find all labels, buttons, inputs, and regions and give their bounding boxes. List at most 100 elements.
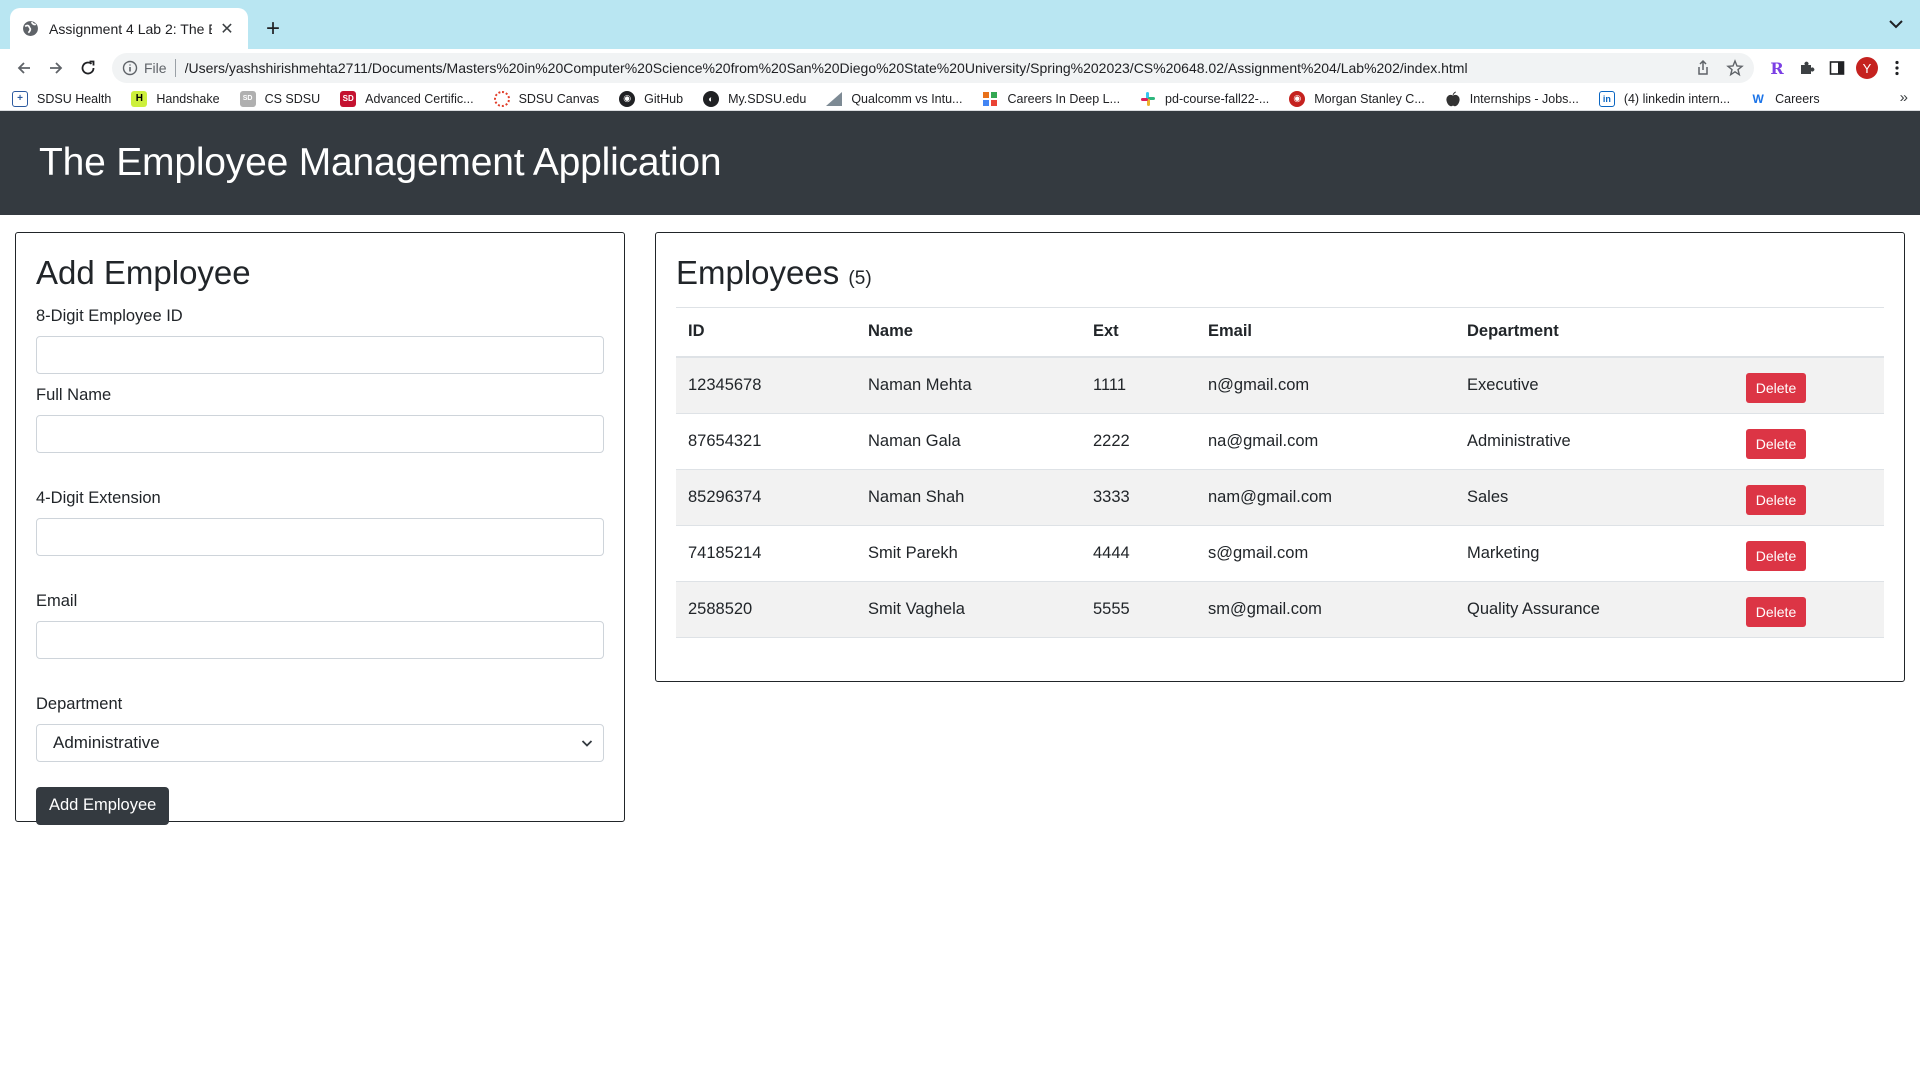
bookmark-item[interactable]: SD CS SDSU	[239, 90, 320, 107]
bookmark-item[interactable]: SD Advanced Certific...	[340, 90, 474, 107]
delete-button[interactable]: Delete	[1746, 429, 1806, 460]
w-icon: W	[1752, 91, 1764, 106]
cell-email: s@gmail.com	[1196, 525, 1455, 582]
share-icon[interactable]	[1694, 59, 1712, 77]
cell-ext: 3333	[1081, 469, 1196, 526]
cell-department: Administrative	[1455, 413, 1734, 470]
bookmark-item[interactable]: in (4) linkedin intern...	[1598, 90, 1730, 107]
table-row: 2588520 Smit Vaghela 5555 sm@gmail.com Q…	[676, 581, 1884, 638]
department-label: Department	[36, 694, 123, 713]
address-bar[interactable]: File /Users/yashshirishmehta2711/Documen…	[112, 53, 1754, 83]
column-header-id: ID	[676, 306, 856, 359]
cell-department: Marketing	[1455, 525, 1734, 582]
cell-name: Naman Mehta	[856, 357, 1081, 414]
add-employee-card: Add Employee 8-Digit Employee ID Full Na…	[15, 232, 625, 825]
reload-button[interactable]	[72, 52, 104, 84]
ms-icon: ◉	[1289, 90, 1306, 107]
tab-title: Assignment 4 Lab 2: The Empl	[49, 20, 212, 37]
cell-id: 12345678	[676, 357, 856, 414]
extension-input[interactable]	[36, 517, 604, 556]
browser-tab-active[interactable]: Assignment 4 Lab 2: The Empl ✕	[10, 8, 248, 49]
cell-actions: Delete	[1734, 357, 1884, 414]
bookmark-item[interactable]: + SDSU Health	[12, 90, 111, 107]
table-row: 74185214 Smit Parekh 4444 s@gmail.com Ma…	[676, 525, 1884, 582]
cell-email: n@gmail.com	[1196, 357, 1455, 414]
forward-button[interactable]	[40, 52, 72, 84]
department-group: Department Administrative	[36, 695, 604, 762]
profile-button[interactable]: Y	[1852, 53, 1882, 83]
full-name-input[interactable]	[36, 414, 604, 453]
delete-button[interactable]: Delete	[1746, 485, 1806, 516]
cell-actions: Delete	[1734, 413, 1884, 470]
cell-name: Naman Gala	[856, 413, 1081, 470]
cell-email: sm@gmail.com	[1196, 581, 1455, 638]
extension-group: 4-Digit Extension	[36, 489, 604, 556]
sd-icon: SD	[340, 90, 357, 107]
slack-icon	[1140, 91, 1156, 107]
delete-button[interactable]: Delete	[1746, 541, 1806, 572]
bookmarks-bar: + SDSU Health H Handshake SD CS SDSU SD Adva…	[0, 87, 1920, 111]
cell-ext: 2222	[1081, 413, 1196, 470]
chevron-down-icon[interactable]	[1886, 14, 1906, 34]
cell-actions: Delete	[1734, 581, 1884, 638]
app-header: The Employee Management Application	[0, 111, 1920, 215]
employees-heading-text: Employees	[676, 254, 840, 291]
bookmark-item[interactable]: W Careers	[1750, 91, 1819, 107]
back-button[interactable]	[8, 52, 40, 84]
extension-r-icon[interactable]: R	[1762, 53, 1792, 83]
new-tab-button[interactable]: +	[258, 14, 288, 44]
email-group: Email	[36, 592, 604, 659]
cell-actions: Delete	[1734, 469, 1884, 526]
bookmark-item[interactable]: ◉ Morgan Stanley C...	[1289, 90, 1425, 107]
bookmark-item[interactable]: Qualcomm vs Intu...	[826, 91, 962, 107]
bookmark-item[interactable]: pd-course-fall22-...	[1140, 91, 1269, 107]
bookmarks-overflow-icon[interactable]: »	[1893, 89, 1908, 106]
bookmark-item[interactable]: Careers In Deep L...	[982, 91, 1120, 107]
bookmark-item[interactable]: ◉ GitHub	[619, 90, 683, 107]
reload-icon	[81, 60, 95, 75]
delete-button[interactable]: Delete	[1746, 373, 1806, 404]
side-panel-icon[interactable]	[1822, 53, 1852, 83]
cell-email: nam@gmail.com	[1196, 469, 1455, 526]
column-header-email: Email	[1196, 306, 1455, 359]
url-scheme: File	[144, 60, 167, 76]
employees-table: ID Name Ext Email Department 12345678 Na…	[676, 306, 1884, 638]
bookmark-item[interactable]: SDSU Canvas	[493, 90, 599, 107]
chart-icon	[826, 91, 843, 107]
cell-ext: 1111	[1081, 357, 1196, 414]
bookmark-item[interactable]: Internships - Jobs...	[1445, 91, 1579, 107]
full-name-label: Full Name	[36, 385, 112, 404]
delete-button[interactable]: Delete	[1746, 597, 1806, 628]
extensions-puzzle-icon[interactable]	[1792, 53, 1822, 83]
url-text[interactable]: /Users/yashshirishmehta2711/Documents/Ma…	[185, 60, 1680, 76]
cell-department: Executive	[1455, 357, 1734, 414]
avatar: Y	[1856, 57, 1878, 79]
employee-id-input[interactable]	[36, 335, 604, 374]
bookmark-item[interactable]: H Handshake	[131, 90, 220, 107]
info-icon[interactable]	[122, 60, 138, 76]
email-input[interactable]	[36, 620, 604, 659]
extension-label: 4-Digit Extension	[36, 488, 161, 507]
linkedin-icon: in	[1598, 90, 1615, 107]
table-row: 87654321 Naman Gala 2222 na@gmail.com Ad…	[676, 413, 1884, 470]
cell-id: 74185214	[676, 525, 856, 582]
bookmark-item[interactable]: ◐ My.SDSU.edu	[703, 90, 806, 107]
cell-email: na@gmail.com	[1196, 413, 1455, 470]
url-separator	[174, 59, 176, 77]
globe-icon	[23, 21, 38, 36]
cell-name: Smit Parekh	[856, 525, 1081, 582]
column-header-actions	[1734, 306, 1884, 359]
globe-icon: ◐	[703, 90, 720, 107]
add-employee-button[interactable]: Add Employee	[36, 786, 170, 825]
cell-id: 2588520	[676, 581, 856, 638]
canvas-icon	[493, 90, 510, 107]
browser-menu-icon[interactable]	[1882, 53, 1912, 83]
handshake-icon: H	[131, 90, 148, 107]
column-header-name: Name	[856, 306, 1081, 359]
bookmark-star-icon[interactable]	[1726, 59, 1744, 77]
cell-department: Sales	[1455, 469, 1734, 526]
email-label: Email	[36, 591, 78, 610]
column-header-ext: Ext	[1081, 306, 1196, 359]
department-select[interactable]: Administrative	[36, 723, 604, 762]
close-tab-icon[interactable]: ✕	[218, 20, 236, 38]
